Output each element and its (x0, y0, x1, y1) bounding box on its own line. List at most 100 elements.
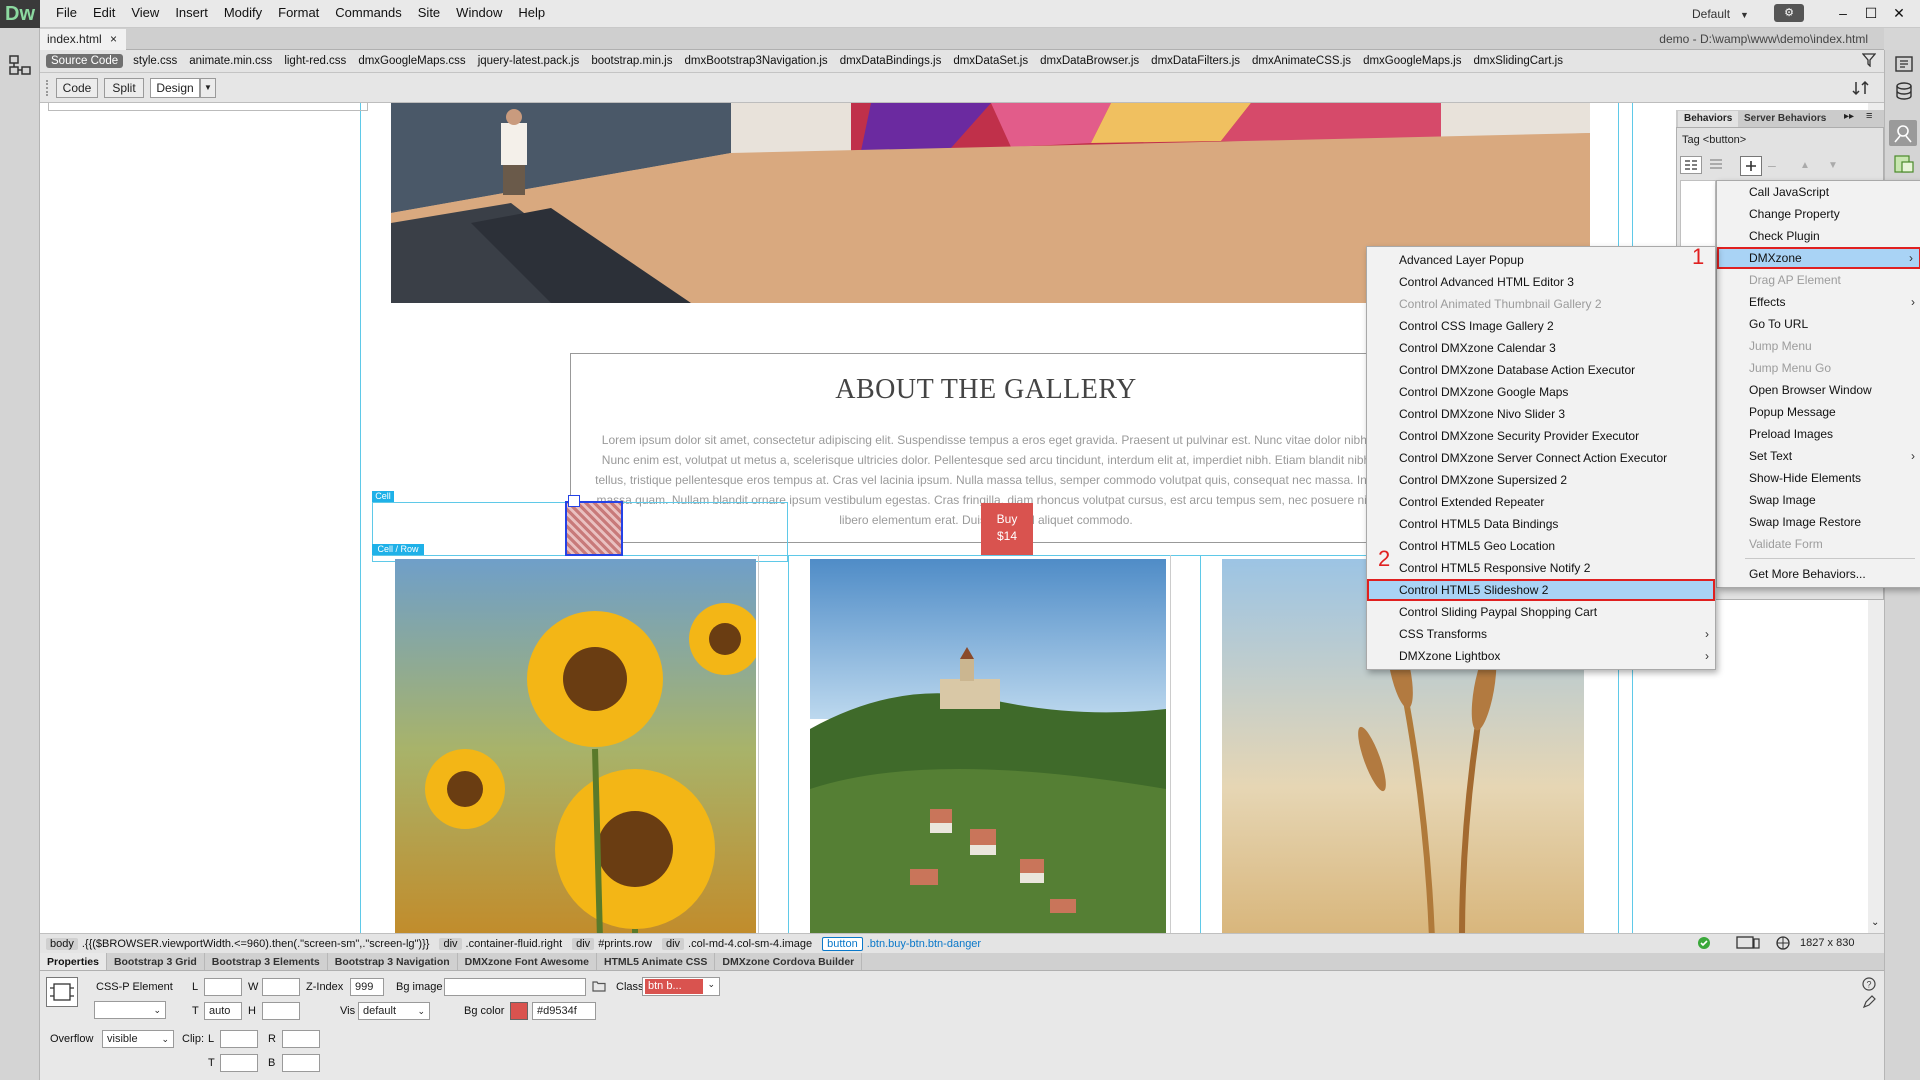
tab-cordova-builder[interactable]: DMXzone Cordova Builder (715, 953, 863, 970)
close-window-button[interactable]: ✕ (1886, 3, 1912, 23)
behavior-menu-item[interactable]: Swap Image (1717, 489, 1920, 511)
behavior-menu-item[interactable]: DMXzone › (1717, 247, 1920, 269)
menu-insert[interactable]: Insert (167, 0, 216, 28)
menu-commands[interactable]: Commands (327, 0, 409, 28)
bgimage-input[interactable] (444, 978, 586, 996)
behavior-menu-item[interactable]: Show-Hide Elements (1717, 467, 1920, 489)
zindex-input[interactable]: 999 (350, 978, 384, 996)
related-file[interactable]: bootstrap.min.js (585, 55, 678, 67)
dmxzone-menu-item[interactable]: CSS Transforms › (1367, 623, 1715, 645)
buy-button[interactable]: Buy $14 (981, 503, 1033, 555)
clip-right-input[interactable] (282, 1030, 320, 1048)
tab-server-behaviors[interactable]: Server Behaviors (1740, 111, 1830, 127)
behavior-menu-item[interactable]: Preload Images (1717, 423, 1920, 445)
tag-div[interactable]: div (439, 937, 462, 950)
behavior-menu-item[interactable]: Open Browser Window (1717, 379, 1920, 401)
left-input[interactable] (204, 978, 242, 996)
selection-handle[interactable] (568, 495, 580, 507)
site-structure-icon[interactable] (8, 54, 32, 76)
expand-panel-icon[interactable]: ▸▸ (1844, 111, 1854, 122)
bgcolor-swatch[interactable] (510, 1002, 528, 1020)
dmxzone-menu-item[interactable]: Control Extended Repeater (1367, 491, 1715, 513)
dmxzone-menu-item[interactable]: Control HTML5 Data Bindings (1367, 513, 1715, 535)
insert-panel-icon[interactable] (1895, 56, 1913, 72)
code-view-button[interactable]: Code (56, 78, 98, 98)
top-input[interactable]: auto (204, 1002, 242, 1020)
tag-div[interactable]: div (661, 937, 685, 950)
clip-top-input[interactable] (220, 1054, 258, 1072)
close-tab-icon[interactable]: × (110, 29, 124, 50)
related-file[interactable]: dmxAnimateCSS.js (1246, 55, 1357, 67)
tag-button[interactable]: button (822, 936, 863, 951)
dmxzone-menu-item[interactable]: Control HTML5 Slideshow 2 (1367, 579, 1715, 601)
show-set-events-button[interactable] (1680, 156, 1702, 174)
move-down-button[interactable]: ▼ (1828, 160, 1838, 171)
behavior-menu-item[interactable]: Go To URL (1717, 313, 1920, 335)
tab-bootstrap-grid[interactable]: Bootstrap 3 Grid (107, 953, 205, 970)
related-file[interactable]: jquery-latest.pack.js (472, 55, 586, 67)
related-file[interactable]: light-red.css (278, 55, 352, 67)
overflow-select[interactable]: visible ⌄ (102, 1030, 174, 1048)
tab-bootstrap-navigation[interactable]: Bootstrap 3 Navigation (328, 953, 458, 970)
menu-file[interactable]: File (48, 0, 85, 28)
menu-window[interactable]: Window (448, 0, 510, 28)
move-up-button[interactable]: ▲ (1800, 160, 1810, 171)
related-file-source-code[interactable]: Source Code (46, 54, 124, 68)
related-file[interactable]: dmxDataBindings.js (834, 55, 948, 67)
split-view-button[interactable]: Split (104, 78, 144, 98)
village-photo[interactable] (810, 559, 1166, 933)
remove-behavior-button[interactable]: – (1768, 157, 1776, 173)
dmxzone-menu-item[interactable]: Advanced Layer Popup (1367, 249, 1715, 271)
related-file[interactable]: animate.min.css (183, 55, 278, 67)
related-file[interactable]: dmxDataBrowser.js (1034, 55, 1145, 67)
design-view-button[interactable]: Design (150, 78, 200, 98)
browser-preview-icon[interactable] (1776, 936, 1794, 950)
menu-edit[interactable]: Edit (85, 0, 123, 28)
clip-left-input[interactable] (220, 1030, 258, 1048)
menu-site[interactable]: Site (410, 0, 448, 28)
related-file[interactable]: dmxBootstrap3Navigation.js (679, 55, 834, 67)
behavior-menu-item[interactable]: Popup Message (1717, 401, 1920, 423)
device-preview-icon[interactable] (1736, 936, 1760, 950)
dmxzone-menu-item[interactable]: Control DMXzone Security Provider Execut… (1367, 425, 1715, 447)
filter-icon[interactable] (1862, 53, 1876, 67)
sort-icon[interactable] (1852, 80, 1870, 96)
behavior-menu-item[interactable]: Change Property (1717, 203, 1920, 225)
element-id-select[interactable]: ⌄ (94, 1001, 166, 1019)
behavior-menu-item[interactable]: Check Plugin (1717, 225, 1920, 247)
menu-view[interactable]: View (123, 0, 167, 28)
related-file[interactable]: style.css (127, 55, 183, 67)
dmxzone-menu-item[interactable]: Control HTML5 Responsive Notify 2 (1367, 557, 1715, 579)
tab-properties[interactable]: Properties (40, 953, 107, 970)
help-icon[interactable]: ? (1862, 977, 1876, 991)
view-options-dropdown[interactable]: ▼ (200, 78, 216, 98)
dmxzone-menu-item[interactable]: Control DMXzone Google Maps (1367, 381, 1715, 403)
menu-help[interactable]: Help (510, 0, 553, 28)
sunflower-photo[interactable] (395, 559, 756, 933)
menu-modify[interactable]: Modify (216, 0, 270, 28)
related-file[interactable]: dmxGoogleMaps.css (352, 55, 471, 67)
behavior-menu-item[interactable]: Set Text › (1717, 445, 1920, 467)
behaviors-panel-icon[interactable] (1889, 120, 1917, 146)
tab-animate-css[interactable]: HTML5 Animate CSS (597, 953, 716, 970)
tag-div[interactable]: div (572, 937, 595, 950)
behavior-menu-item[interactable]: Effects › (1717, 291, 1920, 313)
tab-behaviors[interactable]: Behaviors (1678, 111, 1739, 127)
window-size-readout[interactable]: 1827 x 830 (1800, 933, 1854, 953)
related-file[interactable]: dmxDataFilters.js (1145, 55, 1246, 67)
folder-icon[interactable] (592, 980, 606, 992)
tag-body[interactable]: body (46, 937, 78, 950)
maximize-button[interactable]: ☐ (1858, 3, 1884, 23)
dmxzone-menu-item[interactable]: Control HTML5 Geo Location (1367, 535, 1715, 557)
assets-panel-icon[interactable] (1893, 154, 1915, 174)
behavior-menu-item[interactable]: Get More Behaviors... (1717, 563, 1920, 585)
dmxzone-menu-item[interactable]: Control DMXzone Nivo Slider 3 (1367, 403, 1715, 425)
tab-bootstrap-elements[interactable]: Bootstrap 3 Elements (205, 953, 328, 970)
behavior-menu-item[interactable]: Swap Image Restore (1717, 511, 1920, 533)
width-input[interactable] (262, 978, 300, 996)
tab-font-awesome[interactable]: DMXzone Font Awesome (458, 953, 597, 970)
dmxzone-menu-item[interactable]: Control DMXzone Database Action Executor (1367, 359, 1715, 381)
dmxzone-menu-item[interactable]: Control DMXzone Supersized 2 (1367, 469, 1715, 491)
dmxzone-menu-item[interactable]: Control CSS Image Gallery 2 (1367, 315, 1715, 337)
class-select[interactable]: btn b... ⌄ (642, 977, 720, 996)
